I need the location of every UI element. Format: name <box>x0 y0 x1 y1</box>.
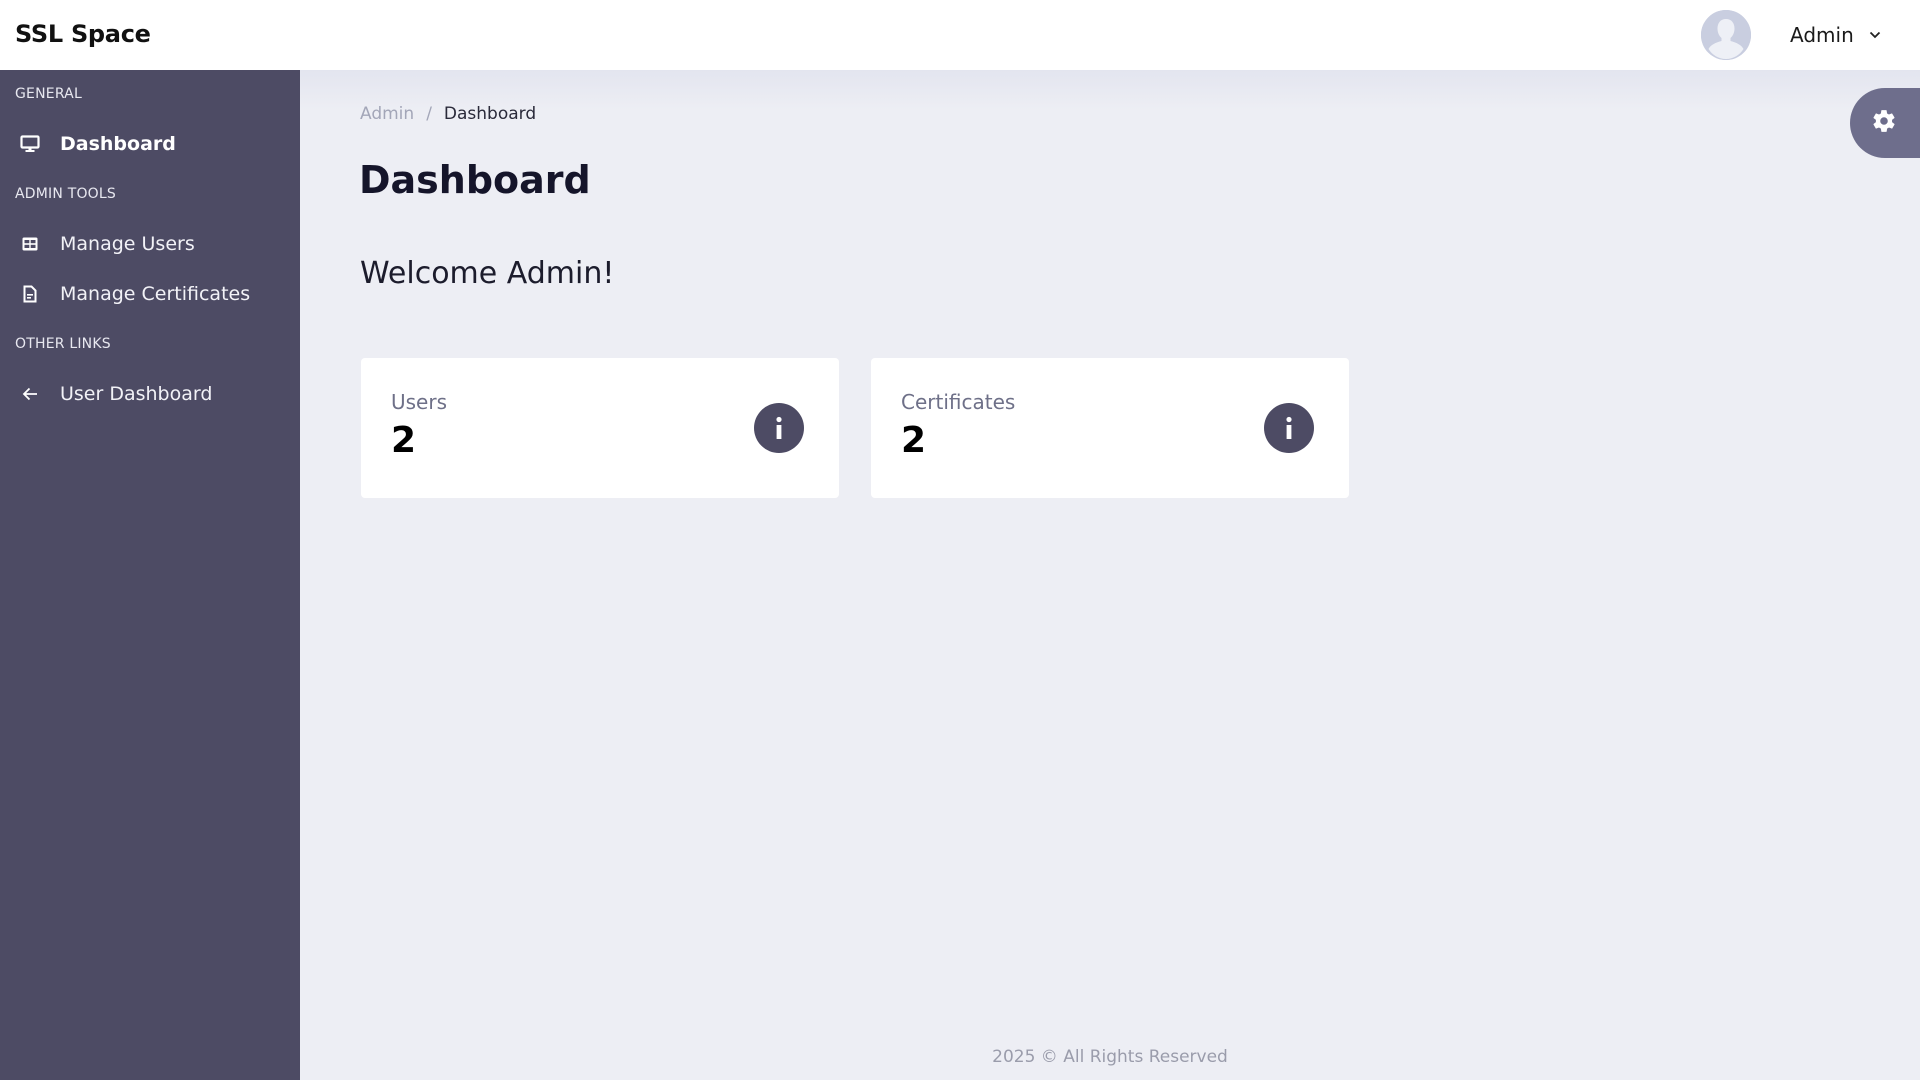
info-icon[interactable] <box>1264 403 1314 453</box>
sidebar: GENERAL Dashboard ADMIN TOOLS Manage Use… <box>0 70 300 1080</box>
sidebar-item-label: Manage Certificates <box>60 283 251 305</box>
breadcrumb: Admin / Dashboard <box>360 104 536 124</box>
sidebar-item-manage-certificates[interactable]: Manage Certificates <box>0 272 300 316</box>
table-icon <box>20 234 40 254</box>
brand-logo[interactable]: SSL Space <box>15 20 151 48</box>
sidebar-item-label: Dashboard <box>60 133 176 155</box>
info-icon[interactable] <box>754 403 804 453</box>
user-name: Admin <box>1790 23 1854 47</box>
main-top-shade <box>300 70 1920 110</box>
welcome-message: Welcome Admin! <box>360 256 615 291</box>
stat-card-certificates: Certificates 2 <box>871 358 1349 498</box>
arrow-left-icon <box>20 384 40 404</box>
stat-value: 2 <box>391 420 417 461</box>
user-avatar[interactable] <box>1701 10 1751 60</box>
stat-label: Users <box>391 390 448 414</box>
user-silhouette-icon <box>1701 10 1751 60</box>
top-header: SSL Space Admin <box>0 0 1920 70</box>
stat-label: Certificates <box>901 390 1016 414</box>
sidebar-item-dashboard[interactable]: Dashboard <box>0 122 300 166</box>
sidebar-item-label: Manage Users <box>60 233 195 255</box>
stat-card-users: Users 2 <box>361 358 839 498</box>
chevron-down-icon <box>1868 28 1882 42</box>
settings-button[interactable] <box>1850 88 1920 158</box>
sidebar-item-label: User Dashboard <box>60 383 213 405</box>
sidebar-section-other-links: OTHER LINKS <box>15 336 111 352</box>
sidebar-item-manage-users[interactable]: Manage Users <box>0 222 300 266</box>
user-menu-dropdown[interactable]: Admin <box>1790 20 1882 50</box>
breadcrumb-admin-link[interactable]: Admin <box>360 104 414 124</box>
sidebar-item-user-dashboard[interactable]: User Dashboard <box>0 372 300 416</box>
breadcrumb-current: Dashboard <box>443 104 537 124</box>
stat-value: 2 <box>901 420 927 461</box>
monitor-icon <box>20 134 40 154</box>
document-icon <box>20 284 40 304</box>
page-title: Dashboard <box>359 158 591 202</box>
footer-copyright: 2025 © All Rights Reserved <box>992 1047 1228 1067</box>
sidebar-section-general: GENERAL <box>15 86 82 102</box>
sidebar-section-admin-tools: ADMIN TOOLS <box>15 186 116 202</box>
gear-icon <box>1871 108 1897 138</box>
breadcrumb-separator: / <box>426 104 432 124</box>
